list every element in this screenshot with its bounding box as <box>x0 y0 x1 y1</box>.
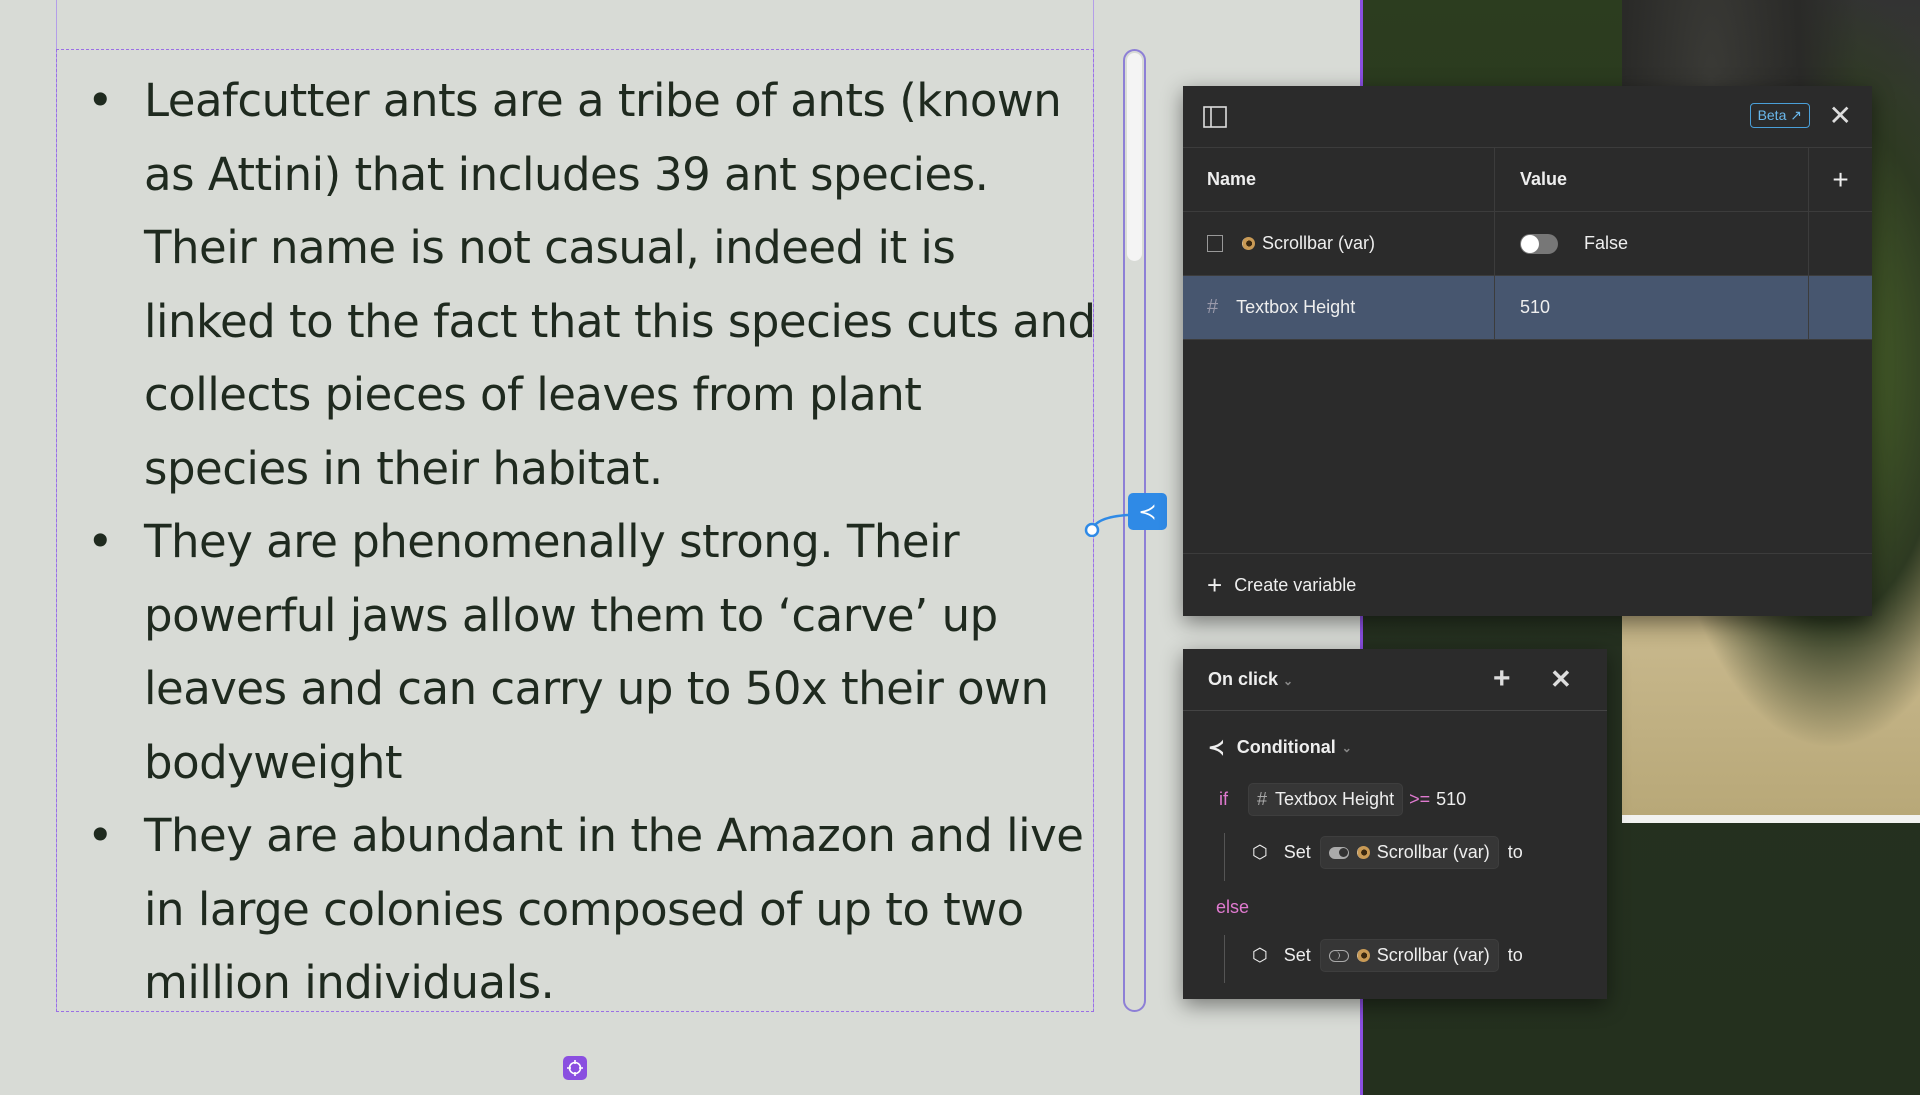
variable-value: False <box>1584 233 1629 253</box>
eye-icon <box>1242 237 1255 250</box>
beta-badge[interactable]: Beta ↗ <box>1749 103 1810 128</box>
plus-icon: + <box>1207 569 1223 600</box>
to-label: to <box>1507 842 1523 862</box>
branch-line <box>1224 833 1225 881</box>
hash-icon: # <box>1207 296 1219 318</box>
else-keyword: else <box>1216 897 1250 917</box>
add-action-icon[interactable]: + <box>1493 664 1511 694</box>
operator[interactable]: >= <box>1409 789 1430 810</box>
target-icon[interactable] <box>563 1056 587 1080</box>
hash-icon: # <box>1257 789 1268 809</box>
column-name: Name <box>1183 148 1495 211</box>
chevron-down-icon: ⌄ <box>1283 674 1294 688</box>
conditional-badge-icon[interactable]: ≺ <box>1128 493 1167 530</box>
eye-icon <box>1356 846 1370 859</box>
conditional-dropdown[interactable]: ≺ Conditional ⌄ <box>1208 735 1352 760</box>
scrollbar-thumb[interactable] <box>1127 53 1142 261</box>
to-label: to <box>1507 945 1523 965</box>
create-variable-button[interactable]: + Create variable <box>1183 553 1872 616</box>
variable-name: Scrollbar (var) <box>1262 233 1376 253</box>
branch-line <box>1224 935 1225 983</box>
table-header: Name Value + <box>1183 148 1872 212</box>
add-variable-icon[interactable]: + <box>1809 148 1872 211</box>
toggle-off-icon <box>1328 949 1349 962</box>
condition-variable-chip[interactable]: # Textbox Height <box>1248 783 1404 816</box>
action-hexagon-icon: ⬡ <box>1252 842 1268 862</box>
connector-line <box>1084 513 1129 537</box>
sidebar-toggle-icon[interactable] <box>1203 106 1227 128</box>
bullet-item: They are abundant in the Amazon and live… <box>57 799 1097 1020</box>
column-value: Value <box>1495 148 1809 211</box>
set-variable-chip[interactable]: Scrollbar (var) <box>1319 939 1499 972</box>
bullet-item: Leafcutter ants are a tribe of ants (kno… <box>57 64 1097 505</box>
chevron-down-icon: ⌄ <box>1341 740 1352 755</box>
set-label: Set <box>1283 842 1311 862</box>
variable-value-input[interactable]: 510 <box>1520 297 1550 318</box>
action-hexagon-icon: ⬡ <box>1252 945 1268 965</box>
set-label: Set <box>1283 945 1311 965</box>
if-keyword: if <box>1219 789 1228 809</box>
table-row[interactable]: # Textbox Height 510 <box>1183 276 1872 340</box>
eye-icon <box>1356 949 1370 962</box>
bullet-item: They are phenomenally strong. Their powe… <box>57 505 1097 799</box>
interaction-panel: On click ⌄ + ✕ ≺ Conditional ⌄ if # Textbox… <box>1183 649 1607 999</box>
close-icon[interactable]: ✕ <box>1550 666 1572 692</box>
table-row[interactable]: Scrollbar (var) False <box>1183 212 1872 276</box>
boolean-type-icon <box>1207 235 1223 252</box>
text-box[interactable]: Leafcutter ants are a tribe of ants (kno… <box>56 49 1097 1012</box>
variable-name: Textbox Height <box>1236 297 1356 317</box>
set-variable-chip[interactable]: Scrollbar (var) <box>1319 836 1499 869</box>
external-link-icon: ↗ <box>1790 107 1802 123</box>
close-icon[interactable]: ✕ <box>1829 102 1852 130</box>
value-toggle[interactable] <box>1520 233 1558 254</box>
trigger-dropdown[interactable]: On click ⌄ <box>1208 669 1293 690</box>
branch-icon: ≺ <box>1208 737 1225 759</box>
toggle-on-icon <box>1328 846 1349 859</box>
condition-value[interactable]: 510 <box>1436 789 1466 810</box>
variables-panel: Beta ↗ ✕ Name Value + Scrollbar (var) Fa… <box>1183 86 1872 616</box>
